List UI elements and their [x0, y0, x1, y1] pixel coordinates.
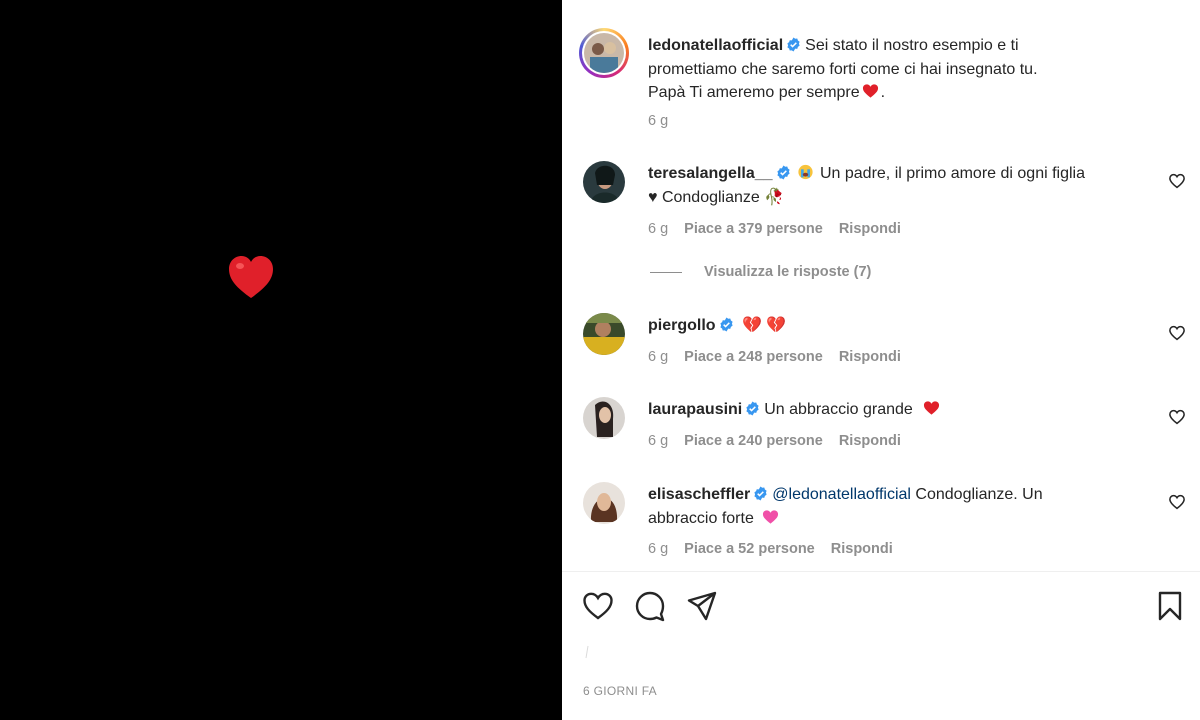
replies-divider-line: [650, 271, 682, 273]
comment-likes[interactable]: Piace a 52 persone: [684, 541, 815, 557]
comment-like-heart-icon[interactable]: [1168, 324, 1186, 342]
post-timestamp[interactable]: 6 GIORNI FA: [583, 684, 657, 698]
commenter-avatar[interactable]: [583, 397, 625, 439]
verified-badge-icon: [776, 165, 790, 180]
comment-username[interactable]: teresalangella__: [648, 165, 773, 182]
verified-badge-icon: [719, 317, 733, 332]
comment-age[interactable]: 6 g: [648, 221, 668, 237]
author-avatar[interactable]: [584, 33, 624, 73]
broken-heart-emojis: 💔 💔: [742, 317, 787, 334]
reply-button[interactable]: Rispondi: [839, 221, 901, 237]
comment-text-line-2: ♥ Condoglianze 🥀: [648, 188, 785, 206]
post-media[interactable]: [0, 0, 562, 720]
pink-heart-emoji: [763, 509, 779, 524]
comment-likes[interactable]: Piace a 379 persone: [684, 221, 823, 237]
comment-meta: 6 g Piace a 240 persone Rispondi: [648, 433, 901, 449]
commenter-avatar[interactable]: [583, 313, 625, 355]
comment-like-heart-icon[interactable]: [1168, 493, 1186, 511]
likes-placeholder: [585, 645, 589, 659]
crying-face-emoji: [797, 164, 813, 180]
red-heart-emoji: [862, 84, 878, 98]
comment-age[interactable]: 6 g: [648, 433, 668, 449]
verified-badge-icon: [746, 401, 759, 416]
heart-outline-icon[interactable]: [582, 590, 614, 622]
actions-divider: [562, 571, 1200, 572]
commenter-avatar[interactable]: [583, 161, 625, 203]
comment-username[interactable]: elisascheffler: [648, 486, 750, 503]
comment-meta: 6 g Piace a 379 persone Rispondi: [648, 221, 901, 237]
caption-age[interactable]: 6 g: [648, 113, 668, 129]
reply-button[interactable]: Rispondi: [831, 541, 893, 557]
comment-like-heart-icon[interactable]: [1168, 408, 1186, 426]
comment-age[interactable]: 6 g: [648, 349, 668, 365]
commenter-avatar[interactable]: [583, 482, 625, 524]
comment-bubble-icon[interactable]: [634, 590, 666, 622]
comment: laurapausini Un abbraccio grande: [648, 398, 1168, 422]
paper-plane-icon[interactable]: [686, 590, 718, 622]
reply-button[interactable]: Rispondi: [839, 349, 901, 365]
comment: elisascheffler @ledonatellaofficial Condo…: [648, 483, 1168, 530]
reply-button[interactable]: Rispondi: [839, 433, 901, 449]
red-heart-emoji: [229, 256, 273, 298]
comment-like-heart-icon[interactable]: [1168, 172, 1186, 190]
comments-panel: ledonatellaofficial Sei stato il nostro e…: [562, 0, 1200, 720]
view-replies-label: Visualizza le risposte (7): [704, 264, 872, 280]
comment-text: Un abbraccio grande: [764, 401, 913, 418]
comment-likes[interactable]: Piace a 248 persone: [684, 349, 823, 365]
comment: piergollo 💔 💔: [648, 314, 1168, 338]
red-heart-emoji: [924, 401, 940, 415]
post-caption: ledonatellaofficial Sei stato il nostro e…: [648, 37, 1038, 101]
verified-badge-icon: [754, 486, 767, 501]
comment-text-line-1: Un padre, il primo amore di ogni figlia: [819, 165, 1085, 182]
comment-text-line-2: abbraccio forte: [648, 509, 754, 527]
post-actions-bar: [562, 590, 1200, 624]
bookmark-icon[interactable]: [1154, 590, 1186, 622]
verified-badge-icon: [787, 37, 800, 52]
mention-link[interactable]: @ledonatellaofficial: [772, 486, 911, 503]
caption-meta: 6 g: [648, 113, 668, 129]
comment-meta: 6 g Piace a 52 persone Rispondi: [648, 541, 893, 557]
view-replies-button[interactable]: Visualizza le risposte (7): [650, 264, 871, 280]
comment-text-line-1: Condoglianze. Un: [910, 486, 1043, 503]
comment-username[interactable]: piergollo: [648, 317, 716, 334]
caption-line-2: promettiamo che saremo forti come ci hai…: [648, 60, 1038, 78]
caption-line-3: Papà Ti ameremo per sempre: [648, 84, 860, 101]
comment-username[interactable]: laurapausini: [648, 401, 742, 418]
comment: teresalangella__ Un padre, il primo amor…: [648, 162, 1168, 209]
comment-likes[interactable]: Piace a 240 persone: [684, 433, 823, 449]
story-ring[interactable]: [579, 28, 629, 78]
comment-meta: 6 g Piace a 248 persone Rispondi: [648, 349, 901, 365]
author-username[interactable]: ledonatellaofficial: [648, 37, 783, 54]
comment-age[interactable]: 6 g: [648, 541, 668, 557]
caption-line-1: Sei stato il nostro esempio e ti: [805, 37, 1019, 54]
